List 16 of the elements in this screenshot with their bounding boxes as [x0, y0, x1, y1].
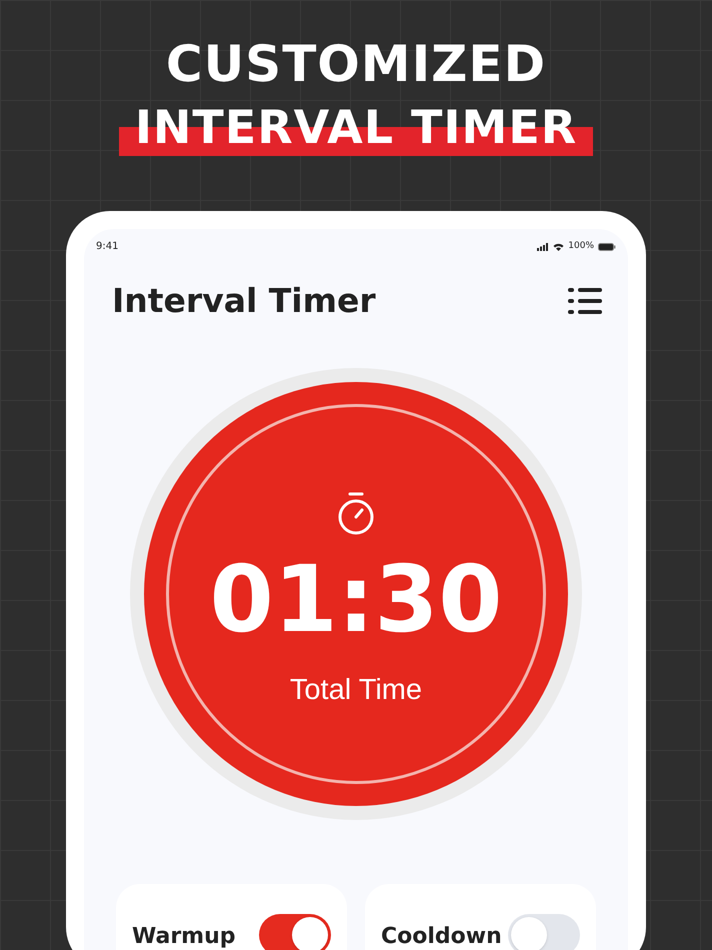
battery-icon: [598, 242, 616, 250]
option-label: Cooldown: [381, 922, 502, 950]
timer-dial[interactable]: 01:30 Total Time: [130, 368, 582, 820]
stopwatch-icon: [336, 490, 376, 536]
status-time: 9:41: [96, 240, 118, 254]
toggle-switch[interactable]: [508, 914, 580, 950]
headline-line: CUSTOMIZED: [166, 34, 546, 94]
toggle-switch[interactable]: [259, 914, 331, 950]
page-title: Interval Timer: [112, 280, 376, 322]
signal-icon: [537, 242, 550, 250]
timer-label: Total Time: [290, 672, 422, 708]
battery-percent: 100%: [568, 240, 594, 253]
menu-icon[interactable]: [568, 286, 602, 315]
wifi-icon: [553, 242, 564, 250]
option-label: Warmup: [132, 922, 236, 950]
timer-value: 01:30: [210, 544, 502, 654]
